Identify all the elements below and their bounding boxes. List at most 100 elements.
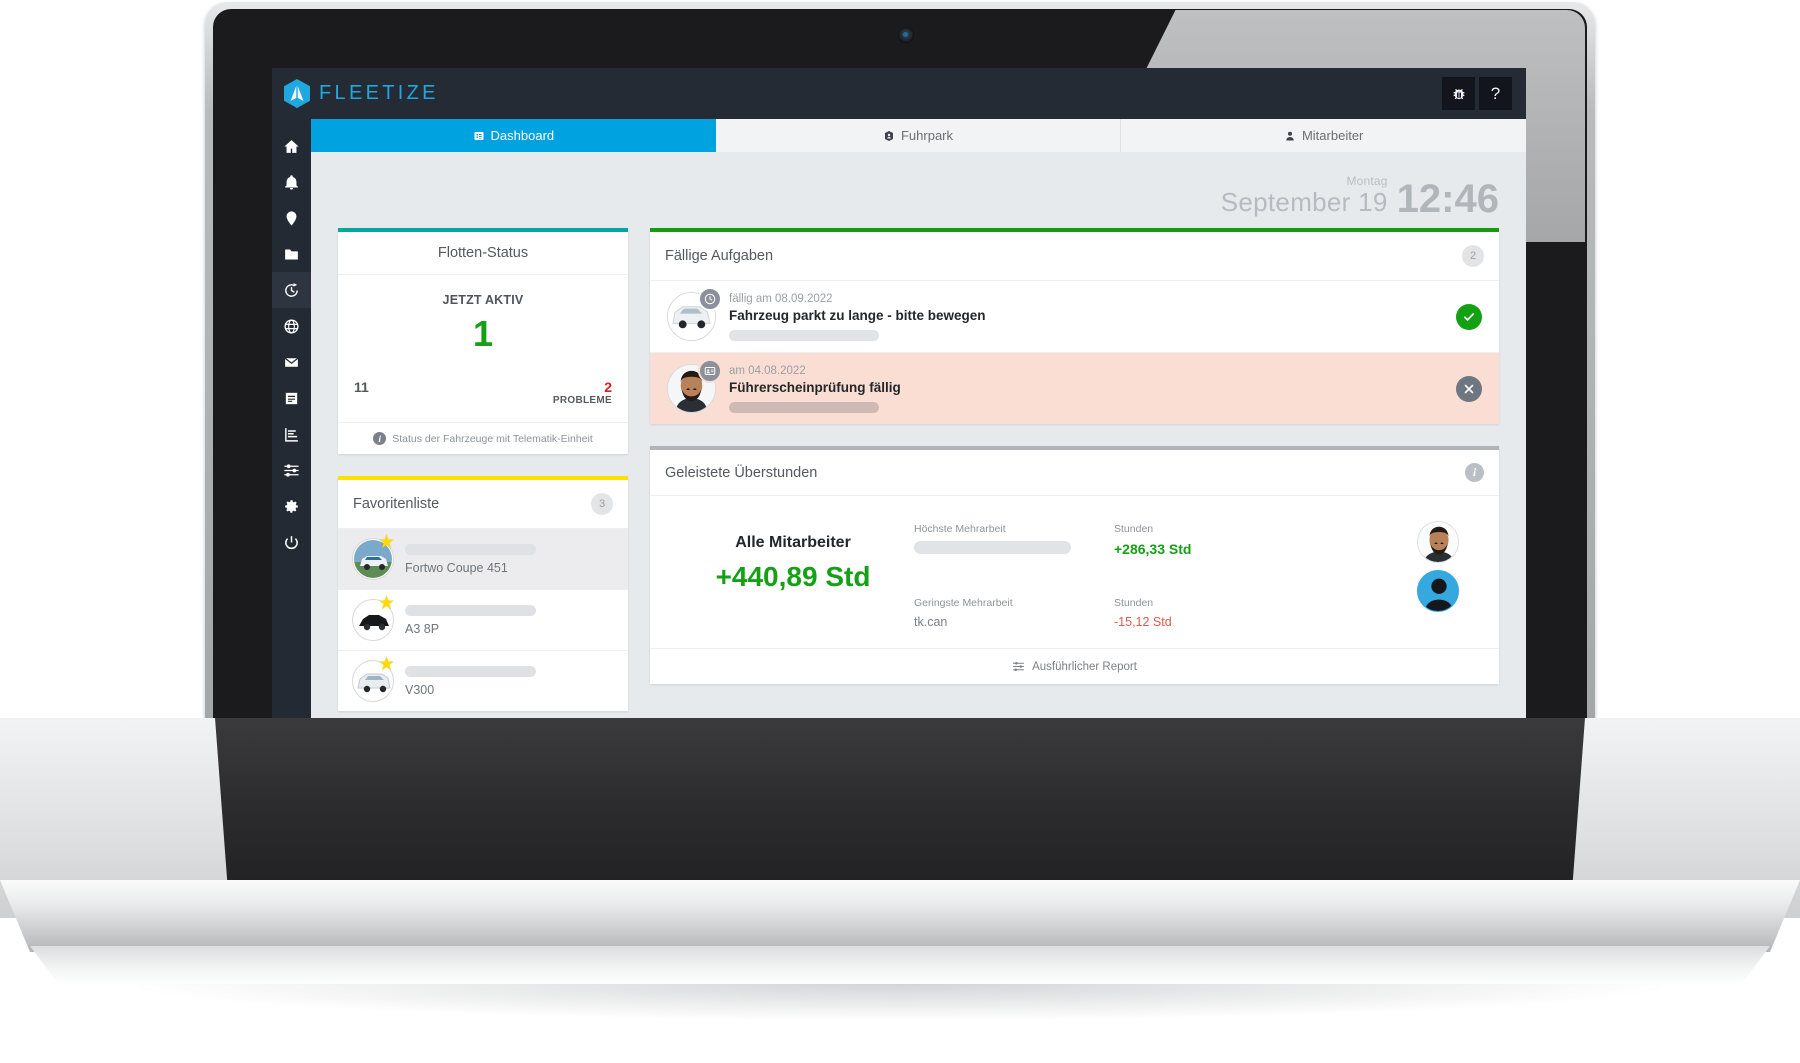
star-icon: ★: [378, 593, 396, 614]
detailed-report-link[interactable]: Ausführlicher Report: [650, 648, 1499, 684]
avatar[interactable]: [1417, 521, 1459, 563]
sidebar-item-files[interactable]: [272, 236, 311, 272]
fleet-footnote-text: Status der Fahrzeuge mit Telematik-Einhe…: [392, 432, 593, 445]
sidebar-item-locations[interactable]: [272, 200, 311, 236]
list-item[interactable]: ★ Fortwo Coupe 451: [338, 529, 628, 590]
document-icon: [285, 392, 298, 404]
fleet-problem-group: 2 PROBLEME: [553, 379, 612, 406]
overtime-highest-label: Höchste Mehrarbeit: [914, 523, 1006, 535]
overtime-lowest-hours-label: Stunden: [1114, 596, 1154, 609]
overtime-total-value: +440,89 Std: [715, 561, 871, 592]
envelope-icon: [284, 357, 299, 367]
overtime-body: Alle Mitarbeiter +440,89 Std Höchste Meh…: [650, 496, 1499, 648]
power-icon: [285, 535, 298, 549]
redacted-bar: [914, 541, 1071, 554]
tab-label: Fuhrpark: [900, 128, 954, 143]
overtime-total-label: Alle Mitarbeiter: [735, 534, 851, 551]
help-button[interactable]: ?: [1479, 77, 1512, 110]
tab-fuhrpark[interactable]: Fuhrpark: [715, 119, 1122, 152]
due-tasks-title: Fällige Aufgaben: [665, 248, 774, 264]
map-pin-icon: [286, 210, 297, 226]
info-icon[interactable]: i: [1465, 463, 1484, 482]
check-icon: [1464, 312, 1474, 321]
overtime-lowest-hours-group: Stunden -15,12 Std: [1114, 597, 1399, 639]
overtime-highest-hours-group: Stunden +286,33 Std: [1114, 523, 1399, 567]
clock-time: 12:46: [1396, 177, 1499, 222]
avatar: ★: [352, 655, 395, 702]
sidebar-item-timetracking[interactable]: [272, 272, 311, 308]
clock-weekday: Montag: [1346, 174, 1388, 188]
task-type-badge: [698, 359, 722, 383]
question-mark-icon: ?: [1490, 83, 1501, 103]
tab-bar: Dashboard Fuhrpark Mitarbeiter: [311, 119, 1526, 152]
list-item-label: Fortwo Coupe 451: [405, 560, 508, 575]
list-item[interactable]: ★ A3 8P: [338, 590, 628, 651]
bug-report-button[interactable]: [1442, 77, 1475, 110]
tab-mitarbeiter[interactable]: Mitarbeiter: [1121, 119, 1526, 152]
overtime-avatars: [1399, 518, 1477, 638]
sidebar-item-web[interactable]: [272, 308, 311, 344]
person-placeholder-icon: [1418, 571, 1458, 611]
fleet-problem-label: PROBLEME: [552, 395, 612, 406]
favorites-header: Favoritenliste 3: [338, 480, 628, 529]
redacted-bar: [405, 604, 536, 616]
clock-icon: [704, 293, 716, 305]
tab-dashboard[interactable]: Dashboard: [311, 119, 716, 152]
fleet-total-value: 11: [354, 379, 369, 395]
favorites-count-badge: 3: [591, 493, 613, 515]
avatar: [667, 359, 722, 413]
sliders-icon: [284, 463, 299, 477]
fleet-status-header: Flotten-Status: [338, 232, 628, 275]
overtime-header: Geleistete Überstunden i: [650, 450, 1499, 496]
list-item[interactable]: ★ V300: [338, 651, 628, 711]
brand-name: FLEETIZE: [319, 82, 439, 104]
fleet-status-body: JETZT AKTIV 1 11 2 PROBLEME: [338, 275, 628, 422]
overtime-lowest-hours-value: -15,12 Std: [1114, 614, 1172, 629]
avatar: ★: [352, 594, 395, 641]
due-tasks-card: Fällige Aufgaben 2 fällig am 08.09.2022 …: [650, 228, 1499, 424]
sidebar-item-reports[interactable]: [272, 416, 311, 452]
star-icon: ★: [378, 654, 396, 675]
table-row[interactable]: am 04.08.2022 Führerscheinprüfung fällig: [650, 353, 1499, 424]
overtime-highest-hours-label: Stunden: [1114, 523, 1154, 535]
sidebar-item-mail[interactable]: [272, 344, 311, 380]
gear-icon: [285, 499, 298, 513]
task-date: am 04.08.2022: [729, 364, 806, 377]
overtime-total-group: Alle Mitarbeiter +440,89 Std: [672, 518, 914, 638]
brand: FLEETIZE: [284, 79, 439, 108]
table-row[interactable]: fällig am 08.09.2022 Fahrzeug parkt zu l…: [650, 281, 1499, 353]
fleet-status-title: Flotten-Status: [437, 245, 529, 261]
sliders-icon: [1013, 661, 1024, 672]
task-title: Fahrzeug parkt zu lange - bitte bewegen: [729, 307, 986, 323]
overtime-highest-group: Höchste Mehrarbeit: [914, 523, 1114, 567]
globe-icon: [284, 318, 299, 334]
task-dismiss-button[interactable]: [1456, 375, 1482, 402]
task-confirm-button[interactable]: [1456, 303, 1482, 330]
sidebar-item-settings[interactable]: [272, 488, 311, 524]
dashboard-grid-icon: [474, 131, 484, 140]
sidebar-item-filters[interactable]: [272, 452, 311, 488]
overtime-details: Höchste Mehrarbeit Stunden +286,33 Std G…: [914, 518, 1399, 638]
sidebar-item-documents[interactable]: [272, 380, 311, 416]
id-card-icon: [704, 367, 716, 375]
overtime-lowest-name: tk.can: [914, 614, 948, 629]
close-icon: [1464, 384, 1474, 393]
sidebar-item-notifications[interactable]: [272, 164, 311, 200]
laptop-deck: [0, 880, 1800, 952]
detailed-report-label: Ausführlicher Report: [1032, 660, 1137, 673]
home-icon: [284, 139, 299, 153]
overtime-highest-hours-value: +286,33 Std: [1114, 541, 1192, 557]
overtime-lowest-label: Geringste Mehrarbeit: [914, 596, 1013, 609]
clock-display: Montag September 19 12:46: [311, 152, 1526, 228]
sidebar-item-logout[interactable]: [272, 524, 311, 560]
tab-label: Dashboard: [490, 128, 555, 143]
list-item-label: A3 8P: [405, 621, 440, 636]
person-photo: [1418, 522, 1458, 562]
overtime-card: Geleistete Überstunden i Alle Mitarbeite…: [650, 446, 1499, 684]
avatar[interactable]: [1417, 570, 1459, 612]
sidebar-item-home[interactable]: [272, 128, 311, 164]
bar-chart-icon: [285, 427, 298, 442]
laptop-shadow: [140, 984, 1660, 1020]
task-date: fällig am 08.09.2022: [729, 292, 833, 305]
info-icon: i: [373, 432, 387, 445]
